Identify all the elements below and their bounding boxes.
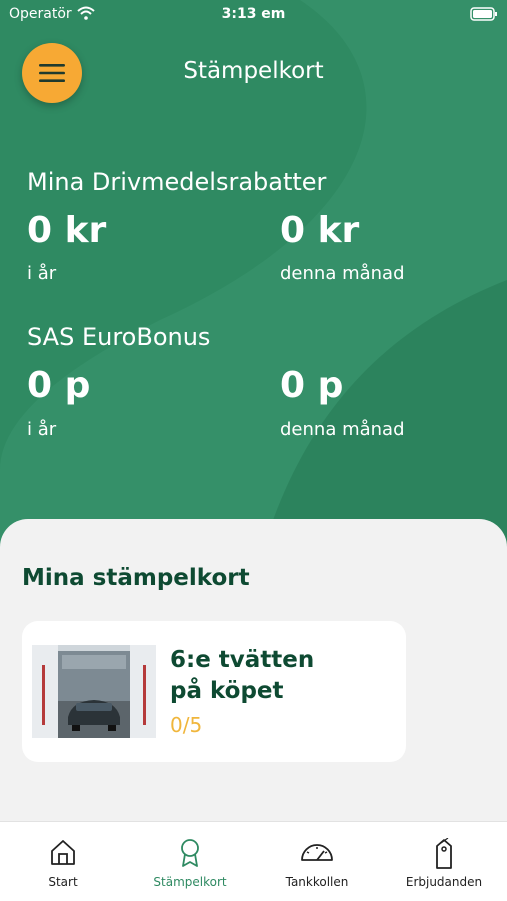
badge-icon — [127, 838, 253, 872]
stamp-card-name: 6:e tvätten på köpet — [170, 645, 314, 707]
stamp-card[interactable]: 6:e tvätten på köpet 0/5 — [22, 621, 406, 762]
tab-tankkollen[interactable]: Tankkollen — [254, 822, 380, 901]
stamp-cards-title: Mina stämpelkort — [22, 565, 250, 591]
tags-icon — [381, 837, 507, 874]
eurobonus-month-value: 0 p — [280, 365, 344, 406]
page-title: Stämpelkort — [183, 58, 324, 84]
car-wash-image — [32, 645, 156, 738]
status-time: 3:13 em — [221, 6, 286, 22]
discounts-title: Mina Drivmedelsrabatter — [27, 168, 327, 196]
battery-icon — [470, 7, 498, 25]
tab-tankkollen-label: Tankkollen — [285, 875, 349, 889]
eurobonus-year-label: i år — [27, 419, 57, 440]
status-bar: Operatör 3:13 em — [0, 0, 507, 30]
tab-bar: Start Stämpelkort Tankkollen Erbjudanden — [0, 821, 507, 901]
discounts-year-label: i år — [27, 263, 57, 284]
tab-stampelkort[interactable]: Stämpelkort — [127, 822, 253, 901]
tab-stampelkort-label: Stämpelkort — [153, 875, 227, 889]
home-icon — [0, 838, 126, 870]
stamp-card-name-line1: 6:e tvätten — [170, 647, 315, 673]
tab-erbjudanden[interactable]: Erbjudanden — [381, 822, 507, 901]
tab-start[interactable]: Start — [0, 822, 126, 901]
discounts-month-value: 0 kr — [280, 210, 360, 251]
stamp-card-progress: 0/5 — [170, 713, 203, 737]
eurobonus-title: SAS EuroBonus — [27, 323, 211, 351]
gauge-icon — [254, 838, 380, 870]
tab-start-label: Start — [48, 875, 78, 889]
hero-panel: Operatör 3:13 em Stämpelkort Mina Drivme… — [0, 0, 507, 560]
tab-erbjudanden-label: Erbjudanden — [405, 875, 483, 889]
stamp-card-name-line2: på köpet — [170, 678, 284, 704]
eurobonus-year-value: 0 p — [27, 365, 91, 406]
discounts-month-label: denna månad — [280, 263, 405, 284]
eurobonus-month-label: denna månad — [280, 419, 405, 440]
discounts-year-value: 0 kr — [27, 210, 107, 251]
